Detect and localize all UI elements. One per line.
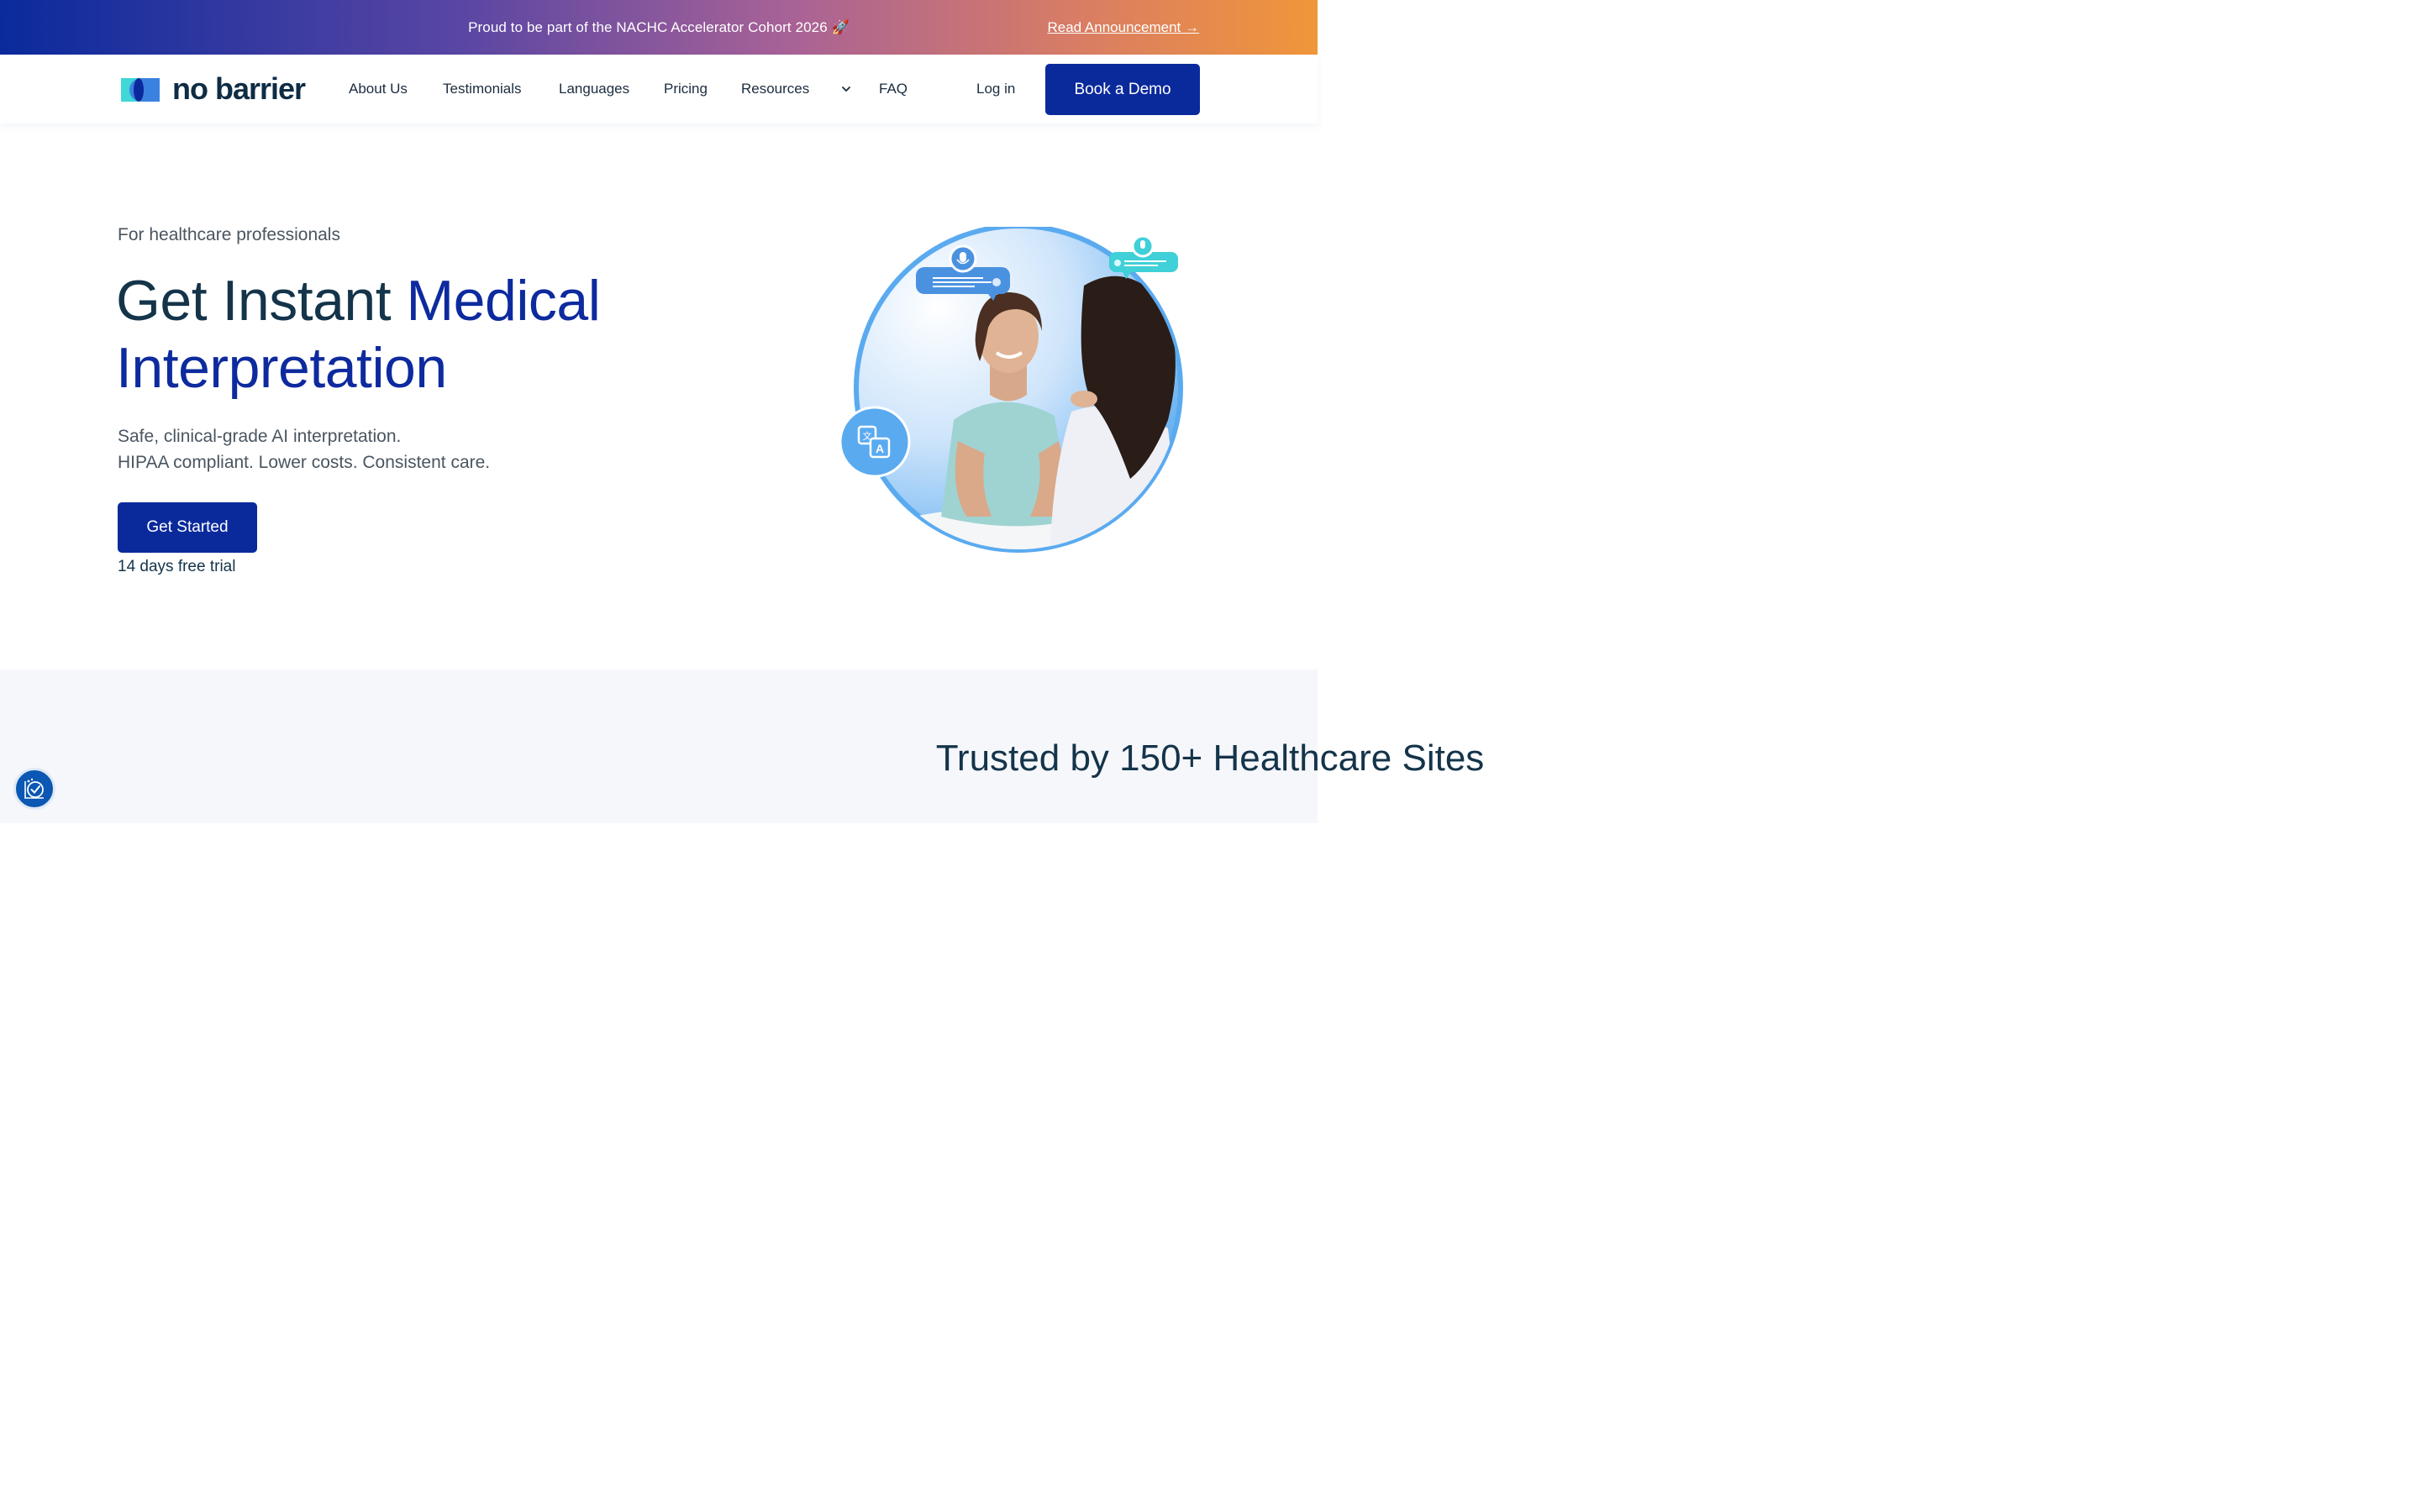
login-link[interactable]: Log in (976, 55, 1015, 123)
navbar: no barrier About Us Testimonials Languag… (0, 55, 1318, 123)
svg-text:A: A (876, 442, 884, 455)
trusted-title: Trusted by 150+ Healthcare Sites (935, 738, 1485, 779)
trial-note: 14 days free trial (118, 558, 236, 575)
svg-text:文: 文 (863, 430, 872, 442)
get-started-button[interactable]: Get Started (118, 502, 257, 553)
accessibility-widget-button[interactable] (13, 768, 55, 810)
nav-pricing[interactable]: Pricing (664, 55, 708, 123)
nav-resources[interactable]: Resources (741, 55, 809, 123)
chevron-down-icon[interactable] (840, 83, 852, 95)
nav-testimonials[interactable]: Testimonials (443, 55, 522, 123)
nav-about-us[interactable]: About Us (349, 55, 408, 123)
announcement-bar: Proud to be part of the NACHC Accelerato… (0, 0, 1318, 55)
nav-faq[interactable]: FAQ (879, 55, 908, 123)
nav-languages[interactable]: Languages (559, 55, 629, 123)
read-announcement-link[interactable]: Read Announcement → (1047, 0, 1199, 55)
translate-icon: A 文 (839, 406, 911, 478)
hero-subtitle: Safe, clinical-grade AI interpretation. … (118, 423, 490, 475)
logo[interactable]: no barrier (118, 71, 306, 107)
logo-text: no barrier (172, 71, 306, 106)
hero-illustration: A 文 (839, 227, 1183, 553)
hero-subtitle-line1: Safe, clinical-grade AI interpretation. (118, 427, 402, 446)
hero-subtitle-line2: HIPAA compliant. Lower costs. Consistent… (118, 453, 491, 472)
logo-mark-icon (121, 78, 160, 102)
accessibility-icon (24, 778, 44, 799)
hero-title: Get Instant Medical Interpretation (116, 267, 755, 402)
hero-title-main: Get Instant (116, 269, 407, 333)
book-demo-button[interactable]: Book a Demo (1045, 64, 1200, 115)
hero-eyebrow: For healthcare professionals (118, 225, 340, 244)
